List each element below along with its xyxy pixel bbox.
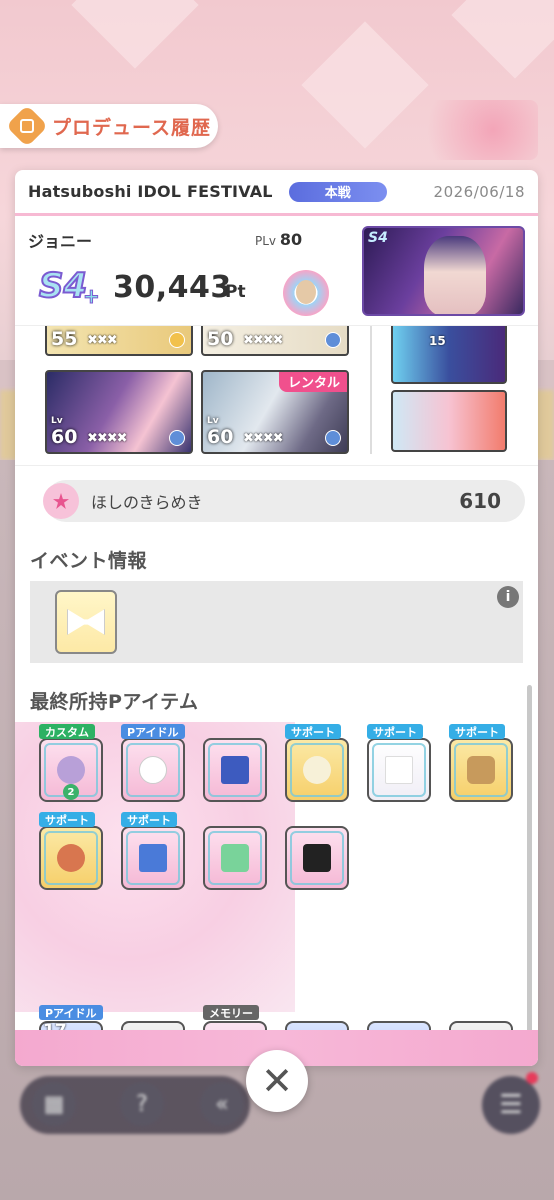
plv-label: PLv [255, 234, 277, 248]
idol-face [424, 236, 486, 314]
plv-value: 80 [279, 230, 303, 249]
card-stars: ✖✖✖✖ [243, 333, 284, 348]
card-level: 55 [51, 328, 78, 350]
item-tag-support: サポート [285, 724, 341, 739]
star-sparkle-value: 610 [459, 489, 501, 513]
p-item[interactable] [121, 826, 185, 890]
star-icon [43, 483, 79, 519]
p-items-grid: カスタム 2 Pアイドル サポート サポート サポート サポート サポート [15, 722, 538, 1012]
p-items-heading: 最終所持Pアイテム [30, 691, 199, 713]
card-stars: ✖✖✖ [87, 333, 118, 348]
player-name: ジョニー [28, 232, 93, 251]
support-card[interactable]: 55 ✖✖✖ [45, 326, 193, 356]
rank-plus: + [83, 284, 101, 309]
item-tag-custom: カスタム [39, 724, 95, 739]
medal-icon [283, 270, 329, 316]
card-level-prefix: Lv [207, 416, 219, 426]
rank-badge: S4 + [38, 262, 101, 312]
background-logo [388, 100, 538, 160]
memory-level: 15 [429, 334, 446, 348]
info-icon[interactable]: i [497, 586, 519, 608]
star-sparkle-label: ほしのきらめき [91, 493, 203, 512]
support-cards: 55 ✖✖✖ 50 ✖✖✖✖ Lv 60 ✖✖✖✖ レンタル Lv 60 ✖✖✖✖ … [15, 326, 538, 466]
support-card[interactable]: Lv 60 ✖✖✖✖ [45, 370, 193, 454]
back-icon[interactable]: « [200, 1082, 244, 1126]
card-type-icon [325, 430, 341, 446]
rental-badge: レンタル [279, 372, 347, 392]
page-title: プロデュース履歴 [52, 116, 212, 139]
item-tag-support: サポート [449, 724, 505, 739]
card-level: Lv 60 [207, 416, 234, 449]
score-value: 30,443 [113, 270, 232, 305]
card-level-prefix: Lv [51, 416, 63, 426]
stage-badge: 本戦 [288, 181, 387, 202]
star-sparkle-row: ほしのきらめき 610 [43, 480, 525, 522]
p-item[interactable] [367, 738, 431, 802]
support-card[interactable]: 50 ✖✖✖✖ [201, 326, 349, 356]
card-stars: ✖✖✖✖ [243, 431, 284, 446]
card-type-icon [169, 430, 185, 446]
event-info-box: i [30, 581, 523, 663]
history-panel[interactable]: Hatsuboshi IDOL FESTIVAL 本戦 2026/06/18 ジ… [15, 170, 538, 1066]
memory-card[interactable] [391, 390, 507, 452]
card-level: 50 [207, 328, 234, 350]
result-summary: ジョニー PLv 80 S4 + 30,443 Pt S4 [15, 216, 538, 326]
portrait-rank-tag: S4 [368, 230, 388, 246]
close-button[interactable]: ✕ [246, 1050, 308, 1112]
card-stars: ✖✖✖✖ [87, 431, 128, 446]
p-item[interactable] [203, 826, 267, 890]
memory-card[interactable]: 15 [391, 326, 507, 384]
p-item[interactable] [39, 826, 103, 890]
home-icon[interactable]: ▦ [32, 1082, 76, 1126]
menu-icon[interactable]: ☰ [482, 1076, 540, 1134]
card-level-value: 60 [51, 426, 78, 448]
p-item[interactable] [121, 738, 185, 802]
scrollbar[interactable] [527, 685, 532, 1035]
ribbon-item[interactable] [55, 590, 117, 654]
divider [370, 326, 372, 454]
item-count-badge: 2 [63, 784, 79, 800]
p-item[interactable] [203, 738, 267, 802]
close-icon: ✕ [261, 1059, 293, 1103]
item-tag-support: サポート [367, 724, 423, 739]
help-icon[interactable]: ? [120, 1082, 164, 1126]
history-icon [5, 104, 49, 148]
score-unit: Pt [225, 282, 246, 302]
event-info-heading: イベント情報 [30, 550, 148, 572]
p-item[interactable] [285, 826, 349, 890]
skill-tag-pidol: Pアイドル [39, 1005, 103, 1020]
item-tag-support: サポート [39, 812, 95, 827]
skill-tag-memory: メモリー [203, 1005, 259, 1020]
rank-text: S4 [38, 265, 88, 307]
card-type-icon [169, 332, 185, 348]
notification-dot [526, 1072, 538, 1084]
card-level-value: 60 [207, 426, 234, 448]
item-tag-support: サポート [121, 812, 177, 827]
support-card[interactable]: レンタル Lv 60 ✖✖✖✖ [201, 370, 349, 454]
event-date: 2026/06/18 [433, 182, 525, 201]
p-item[interactable] [285, 738, 349, 802]
produce-history-tab: プロデュース履歴 [0, 104, 218, 148]
card-type-icon [325, 332, 341, 348]
idol-portrait[interactable]: S4 [362, 226, 525, 316]
producer-level: PLv 80 [255, 230, 302, 249]
card-level: Lv 60 [51, 416, 78, 449]
event-title: Hatsuboshi IDOL FESTIVAL [28, 182, 273, 201]
p-item[interactable] [449, 738, 513, 802]
item-tag-pidol: Pアイドル [121, 724, 185, 739]
panel-header: Hatsuboshi IDOL FESTIVAL 本戦 2026/06/18 [15, 170, 538, 216]
